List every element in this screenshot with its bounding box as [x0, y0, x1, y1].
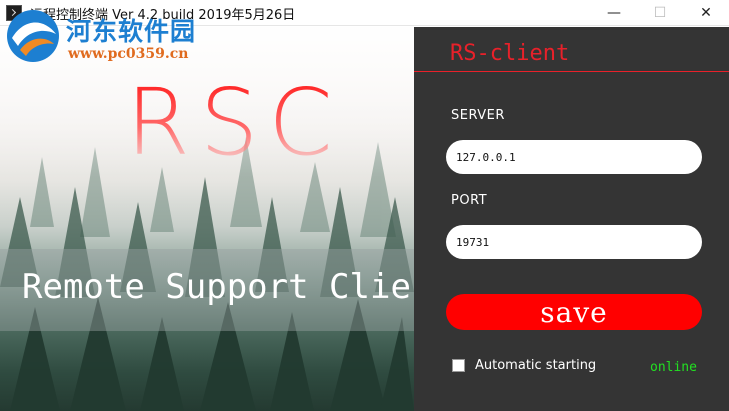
- rsc-logo: RSC: [126, 69, 343, 176]
- minimize-button[interactable]: —: [591, 0, 637, 26]
- settings-panel: RS-client SERVER PORT save Automatic sta…: [414, 27, 729, 411]
- save-button[interactable]: save: [446, 294, 702, 330]
- server-input[interactable]: [446, 140, 702, 174]
- window-title: 远程控制终端 Ver 4.2 build 2019年5月26日: [30, 8, 296, 23]
- port-input[interactable]: [446, 225, 702, 259]
- panel-title: RS-client: [450, 41, 570, 66]
- auto-start-checkbox[interactable]: [452, 359, 465, 372]
- auto-start-option[interactable]: Automatic starting: [452, 358, 596, 373]
- connection-status: online: [650, 360, 697, 375]
- hero-image: RSC Remote Support Client: [0, 27, 414, 411]
- server-label: SERVER: [451, 108, 505, 123]
- port-label: PORT: [451, 193, 488, 208]
- terminal-icon: [6, 5, 22, 21]
- maximize-button[interactable]: ☐: [637, 0, 683, 26]
- hero-caption: Remote Support Client: [22, 267, 414, 307]
- title-divider: [414, 71, 729, 72]
- close-button[interactable]: ✕: [683, 0, 729, 26]
- title-bar: 远程控制终端 Ver 4.2 build 2019年5月26日 — ☐ ✕: [0, 0, 729, 26]
- auto-start-label: Automatic starting: [475, 358, 597, 373]
